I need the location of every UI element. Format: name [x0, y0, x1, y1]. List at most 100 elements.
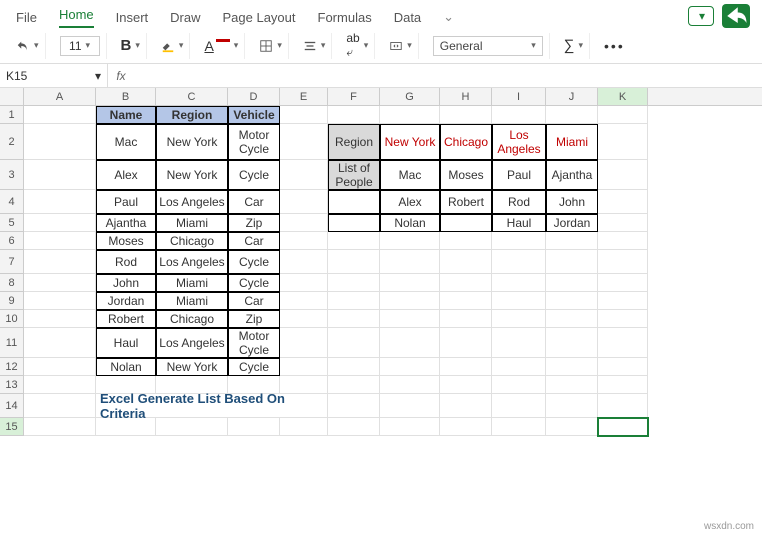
tab-pagelayout[interactable]: Page Layout	[223, 10, 296, 25]
cell-E3[interactable]	[280, 160, 328, 190]
chevron-down-icon[interactable]: ▾	[234, 40, 239, 51]
formula-bar[interactable]	[134, 64, 762, 87]
cell-E2[interactable]	[280, 124, 328, 160]
fx-icon[interactable]: fx	[108, 69, 134, 83]
cell-J12[interactable]	[546, 358, 598, 376]
cell-C1[interactable]: Region	[156, 106, 228, 124]
undo-icon[interactable]	[16, 39, 30, 53]
cell-A4[interactable]	[24, 190, 96, 214]
cell-K3[interactable]	[598, 160, 648, 190]
cell-K9[interactable]	[598, 292, 648, 310]
cell-B10[interactable]: Robert	[96, 310, 156, 328]
merge-icon[interactable]	[389, 39, 403, 53]
cell-A10[interactable]	[24, 310, 96, 328]
cell-F12[interactable]	[328, 358, 380, 376]
cell-C11[interactable]: Los Angeles	[156, 328, 228, 358]
cell-C8[interactable]: Miami	[156, 274, 228, 292]
chevron-down-icon[interactable]: ▾	[321, 40, 326, 51]
cell-H13[interactable]	[440, 376, 492, 394]
cell-B5[interactable]: Ajantha	[96, 214, 156, 232]
fill-color-icon[interactable]	[161, 39, 175, 53]
fontsize-input[interactable]: 11▾	[60, 36, 100, 56]
cell-J6[interactable]	[546, 232, 598, 250]
cell-F11[interactable]	[328, 328, 380, 358]
cell-C10[interactable]: Chicago	[156, 310, 228, 328]
cell-H9[interactable]	[440, 292, 492, 310]
tab-draw[interactable]: Draw	[170, 10, 200, 25]
row-header-11[interactable]: 11	[0, 328, 24, 358]
cell-G7[interactable]	[380, 250, 440, 274]
col-header-B[interactable]: B	[96, 88, 156, 105]
cell-B6[interactable]: Moses	[96, 232, 156, 250]
col-header-K[interactable]: K	[598, 88, 648, 105]
cell-H11[interactable]	[440, 328, 492, 358]
cell-D15[interactable]	[228, 418, 280, 436]
cell-C4[interactable]: Los Angeles	[156, 190, 228, 214]
col-header-C[interactable]: C	[156, 88, 228, 105]
wrap-text-icon[interactable]: ab⤶	[346, 31, 359, 60]
cell-G3[interactable]: Mac	[380, 160, 440, 190]
autosum-button[interactable]: ∑	[564, 37, 575, 54]
cell-E15[interactable]	[280, 418, 328, 436]
cell-J5[interactable]: Jordan	[546, 214, 598, 232]
cell-F10[interactable]	[328, 310, 380, 328]
col-header-A[interactable]: A	[24, 88, 96, 105]
row-header-4[interactable]: 4	[0, 190, 24, 214]
row-header-13[interactable]: 13	[0, 376, 24, 394]
cell-G2[interactable]: New York	[380, 124, 440, 160]
row-header-5[interactable]: 5	[0, 214, 24, 232]
row-header-10[interactable]: 10	[0, 310, 24, 328]
tab-more[interactable]: ⌄	[443, 9, 454, 25]
cell-E7[interactable]	[280, 250, 328, 274]
row-header-3[interactable]: 3	[0, 160, 24, 190]
cell-D8[interactable]: Cycle	[228, 274, 280, 292]
cell-F3[interactable]: List of People	[328, 160, 380, 190]
cell-B11[interactable]: Haul	[96, 328, 156, 358]
cell-C7[interactable]: Los Angeles	[156, 250, 228, 274]
cell-D9[interactable]: Car	[228, 292, 280, 310]
cell-F5[interactable]	[328, 214, 380, 232]
cell-G15[interactable]	[380, 418, 440, 436]
tab-formulas[interactable]: Formulas	[318, 10, 372, 25]
cell-A12[interactable]	[24, 358, 96, 376]
share-button[interactable]	[722, 4, 750, 28]
cell-F2[interactable]: Region	[328, 124, 380, 160]
cell-H14[interactable]	[440, 394, 492, 418]
cell-A1[interactable]	[24, 106, 96, 124]
col-header-E[interactable]: E	[280, 88, 328, 105]
cell-A11[interactable]	[24, 328, 96, 358]
cell-D6[interactable]: Car	[228, 232, 280, 250]
cell-K10[interactable]	[598, 310, 648, 328]
chevron-down-icon[interactable]: ▾	[364, 40, 369, 51]
cell-F6[interactable]	[328, 232, 380, 250]
cell-D1[interactable]: Vehicle	[228, 106, 280, 124]
cell-H12[interactable]	[440, 358, 492, 376]
cell-E1[interactable]	[280, 106, 328, 124]
name-box[interactable]: K15▾	[0, 64, 108, 87]
cell-D10[interactable]: Zip	[228, 310, 280, 328]
cell-I13[interactable]	[492, 376, 546, 394]
cell-K4[interactable]	[598, 190, 648, 214]
cell-D2[interactable]: Motor Cycle	[228, 124, 280, 160]
cell-J10[interactable]	[546, 310, 598, 328]
cell-J9[interactable]	[546, 292, 598, 310]
cell-E6[interactable]	[280, 232, 328, 250]
cell-G1[interactable]	[380, 106, 440, 124]
cell-E9[interactable]	[280, 292, 328, 310]
cell-H4[interactable]: Robert	[440, 190, 492, 214]
row-header-1[interactable]: 1	[0, 106, 24, 124]
cell-K11[interactable]	[598, 328, 648, 358]
cell-K12[interactable]	[598, 358, 648, 376]
cell-I5[interactable]: Haul	[492, 214, 546, 232]
cell-I8[interactable]	[492, 274, 546, 292]
cell-H8[interactable]	[440, 274, 492, 292]
cell-G10[interactable]	[380, 310, 440, 328]
overflow-menu[interactable]: •••	[604, 38, 625, 54]
cell-I7[interactable]	[492, 250, 546, 274]
cell-G13[interactable]	[380, 376, 440, 394]
cell-D4[interactable]: Car	[228, 190, 280, 214]
cell-H5[interactable]	[440, 214, 492, 232]
chevron-down-icon[interactable]: ▾	[179, 40, 184, 51]
cell-G6[interactable]	[380, 232, 440, 250]
cell-D3[interactable]: Cycle	[228, 160, 280, 190]
